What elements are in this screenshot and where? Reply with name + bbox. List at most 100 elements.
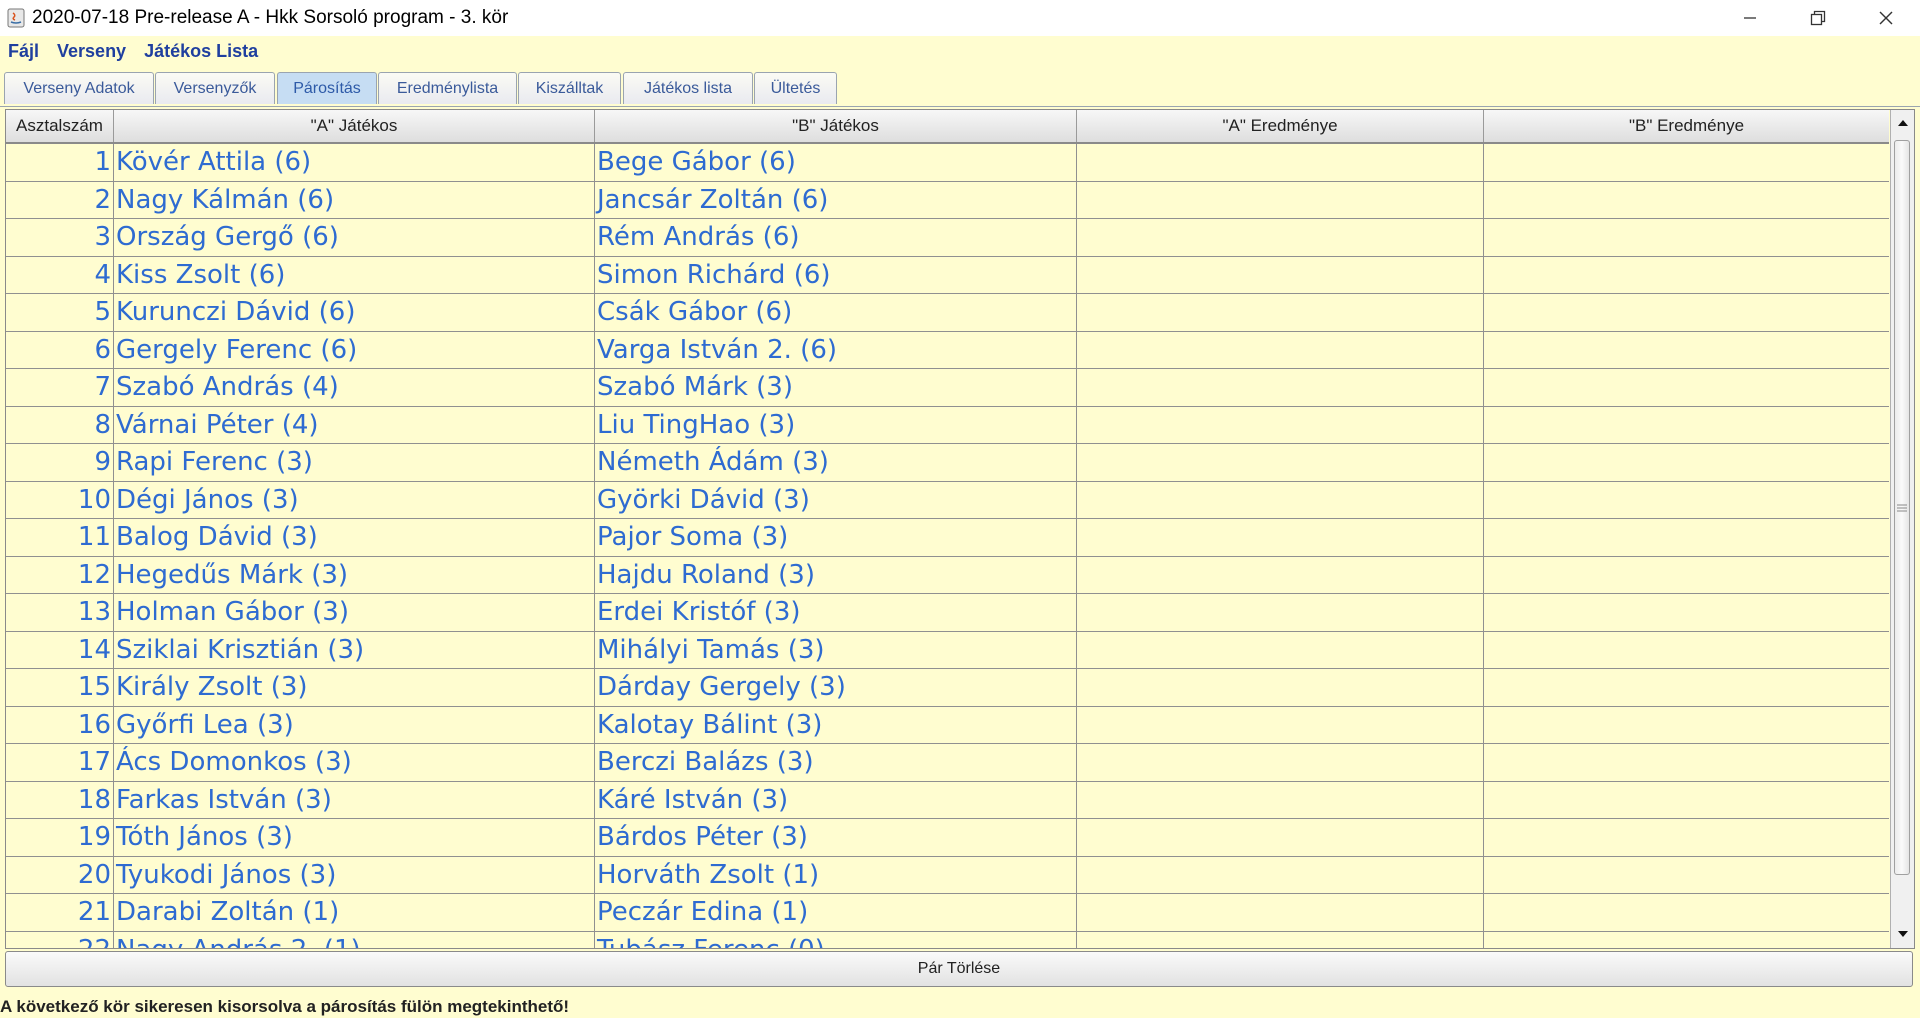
player-a-cell[interactable]: Győrfi Lea (3): [114, 706, 595, 743]
player-b-cell[interactable]: Mihályi Tamás (3): [595, 631, 1077, 668]
table-row[interactable]: 14 Sziklai Krisztián (3) Mihályi Tamás (3): [6, 631, 1889, 669]
table-row[interactable]: 21 Darabi Zoltán (1) Peczár Edina (1): [6, 894, 1889, 932]
table-row[interactable]: 5 Kurunczi Dávid (6) Csák Gábor (6): [6, 294, 1889, 332]
result-a-cell[interactable]: [1077, 181, 1484, 218]
table-number-cell[interactable]: 17: [6, 744, 114, 781]
result-b-cell[interactable]: [1484, 632, 1889, 669]
result-b-cell[interactable]: [1484, 144, 1889, 181]
player-a-cell[interactable]: Farkas István (3): [114, 781, 595, 818]
table-number-cell[interactable]: 16: [6, 706, 114, 743]
result-b-cell[interactable]: [1484, 557, 1889, 594]
table-row[interactable]: 17 Ács Domonkos (3) Berczi Balázs (3): [6, 744, 1889, 782]
result-a-cell[interactable]: [1077, 781, 1484, 818]
result-b-cell[interactable]: [1484, 369, 1889, 406]
tab-competitors[interactable]: Versenyzők: [155, 72, 275, 104]
player-a-cell[interactable]: Szabó András (4): [114, 369, 595, 406]
table-number-cell[interactable]: 12: [6, 556, 114, 593]
java-icon[interactable]: [6, 8, 26, 28]
table-number-cell[interactable]: 18: [6, 781, 114, 818]
player-a-cell[interactable]: Gergely Ferenc (6): [114, 331, 595, 368]
vertical-scrollbar[interactable]: [1890, 110, 1914, 948]
result-a-cell[interactable]: [1077, 444, 1484, 481]
player-b-cell[interactable]: Hajdu Roland (3): [595, 556, 1077, 593]
result-a-cell[interactable]: [1077, 856, 1484, 893]
player-b-cell[interactable]: Peczár Edina (1): [595, 894, 1077, 931]
player-b-cell[interactable]: Szabó Márk (3): [595, 369, 1077, 406]
tab-results[interactable]: Eredménylista: [378, 72, 517, 104]
player-b-cell[interactable]: Káré István (3): [595, 781, 1077, 818]
result-a-cell[interactable]: [1077, 144, 1484, 181]
player-a-cell[interactable]: Holman Gábor (3): [114, 594, 595, 631]
result-a-cell[interactable]: [1077, 256, 1484, 293]
result-b-cell[interactable]: [1484, 669, 1889, 706]
player-b-cell[interactable]: Györki Dávid (3): [595, 481, 1077, 518]
player-a-cell[interactable]: Tóth János (3): [114, 819, 595, 856]
player-a-cell[interactable]: Kurunczi Dávid (6): [114, 294, 595, 331]
player-b-cell[interactable]: Bege Gábor (6): [595, 144, 1077, 181]
result-a-cell[interactable]: [1077, 931, 1484, 948]
table-number-cell[interactable]: 9: [6, 444, 114, 481]
player-a-cell[interactable]: Nagy Kálmán (6): [114, 181, 595, 218]
player-a-cell[interactable]: Hegedűs Márk (3): [114, 556, 595, 593]
table-number-cell[interactable]: 2: [6, 181, 114, 218]
player-b-cell[interactable]: Erdei Kristóf (3): [595, 594, 1077, 631]
player-b-cell[interactable]: Csák Gábor (6): [595, 294, 1077, 331]
result-a-cell[interactable]: [1077, 894, 1484, 931]
table-row[interactable]: 22Nagy András 2. (1)Tubász Ferenc (0): [6, 931, 1889, 948]
result-b-cell[interactable]: [1484, 294, 1889, 331]
table-number-cell[interactable]: 5: [6, 294, 114, 331]
player-a-cell[interactable]: Nagy András 2. (1): [114, 931, 595, 948]
table-number-cell[interactable]: 1: [6, 144, 114, 181]
menu-tournament[interactable]: Verseny: [57, 41, 126, 62]
table-row[interactable]: 9 Rapi Ferenc (3) Németh Ádám (3): [6, 444, 1889, 482]
close-button[interactable]: [1852, 0, 1920, 36]
result-a-cell[interactable]: [1077, 406, 1484, 443]
table-row[interactable]: 6 Gergely Ferenc (6) Varga István 2. (6): [6, 331, 1889, 369]
player-b-cell[interactable]: Rém András (6): [595, 219, 1077, 256]
scrollbar-thumb[interactable]: [1894, 140, 1910, 875]
result-b-cell[interactable]: [1484, 257, 1889, 294]
column-header-result-a[interactable]: "A" Eredménye: [1077, 110, 1484, 142]
result-a-cell[interactable]: [1077, 369, 1484, 406]
table-number-cell[interactable]: 14: [6, 631, 114, 668]
table-row[interactable]: 13 Holman Gábor (3) Erdei Kristóf (3): [6, 594, 1889, 632]
result-a-cell[interactable]: [1077, 669, 1484, 706]
result-a-cell[interactable]: [1077, 481, 1484, 518]
table-row[interactable]: 8 Várnai Péter (4) Liu TingHao (3): [6, 406, 1889, 444]
player-b-cell[interactable]: Liu TingHao (3): [595, 406, 1077, 443]
delete-pair-button[interactable]: Pár Törlése: [5, 951, 1913, 987]
result-a-cell[interactable]: [1077, 556, 1484, 593]
table-number-cell[interactable]: 10: [6, 481, 114, 518]
player-b-cell[interactable]: Horváth Zsolt (1): [595, 856, 1077, 893]
result-a-cell[interactable]: [1077, 819, 1484, 856]
result-b-cell[interactable]: [1484, 819, 1889, 856]
player-a-cell[interactable]: Balog Dávid (3): [114, 519, 595, 556]
result-b-cell[interactable]: [1484, 182, 1889, 219]
column-header-player-b[interactable]: "B" Játékos: [595, 110, 1077, 142]
player-a-cell[interactable]: Dégi János (3): [114, 481, 595, 518]
player-b-cell[interactable]: Dárday Gergely (3): [595, 669, 1077, 706]
scroll-down-arrow-icon[interactable]: [1891, 923, 1914, 945]
player-b-cell[interactable]: Simon Richárd (6): [595, 256, 1077, 293]
table-row[interactable]: 15 Király Zsolt (3) Dárday Gergely (3): [6, 669, 1889, 707]
tab-seating[interactable]: Ültetés: [754, 72, 837, 104]
player-b-cell[interactable]: Jancsár Zoltán (6): [595, 181, 1077, 218]
tab-player-list[interactable]: Játékos lista: [623, 72, 753, 104]
column-header-table-number[interactable]: Asztalszám: [6, 110, 114, 142]
table-row[interactable]: 16 Győrfi Lea (3) Kalotay Bálint (3): [6, 706, 1889, 744]
table-row[interactable]: 12 Hegedűs Márk (3) Hajdu Roland (3): [6, 556, 1889, 594]
result-b-cell[interactable]: [1484, 782, 1889, 819]
result-b-cell[interactable]: [1484, 332, 1889, 369]
result-b-cell[interactable]: [1484, 219, 1889, 256]
menu-player-list[interactable]: Játékos Lista: [144, 41, 258, 62]
result-a-cell[interactable]: [1077, 631, 1484, 668]
table-number-cell[interactable]: 20: [6, 856, 114, 893]
tab-pairing[interactable]: Párosítás: [277, 72, 377, 104]
table-row[interactable]: 20 Tyukodi János (3) Horváth Zsolt (1): [6, 856, 1889, 894]
table-number-cell[interactable]: 4: [6, 256, 114, 293]
player-b-cell[interactable]: Németh Ádám (3): [595, 444, 1077, 481]
player-a-cell[interactable]: Ország Gergő (6): [114, 219, 595, 256]
table-row[interactable]: 3 Ország Gergő (6) Rém András (6): [6, 219, 1889, 257]
column-header-result-b[interactable]: "B" Eredménye: [1484, 110, 1889, 142]
table-row[interactable]: 11 Balog Dávid (3) Pajor Soma (3): [6, 519, 1889, 557]
